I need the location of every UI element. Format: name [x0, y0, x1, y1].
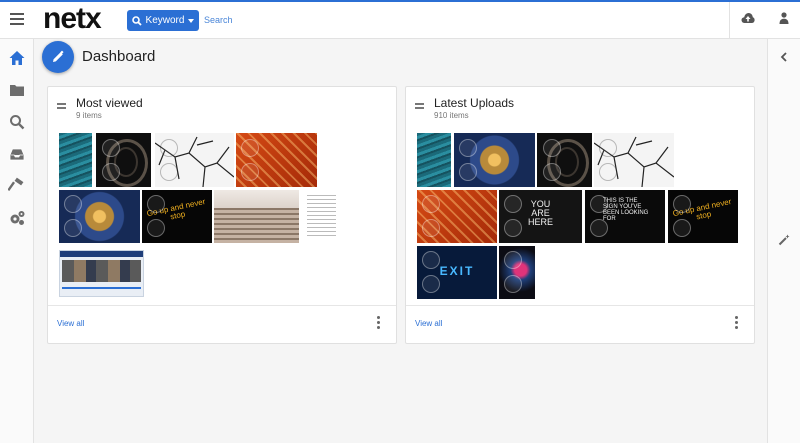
right-nav — [767, 39, 800, 443]
asset-thumbnail-spiral-stairs[interactable] — [537, 133, 592, 187]
asset-thumbnail-exit-neon[interactable]: EXIT — [417, 246, 497, 299]
upload-cloud-icon[interactable] — [741, 12, 755, 24]
asset-thumbnail-water[interactable] — [417, 133, 451, 187]
page-title: Dashboard — [82, 48, 156, 65]
asset-thumbnail-go-up-neon[interactable]: Go up and never stop — [668, 190, 738, 243]
search-scope-label: Keyword — [145, 15, 185, 26]
asset-thumbnail-tree-branches[interactable] — [155, 133, 234, 187]
caret-down-icon — [188, 18, 195, 23]
more-options-icon[interactable] — [735, 316, 739, 331]
user-icon[interactable] — [779, 12, 789, 24]
asset-thumbnail-water[interactable] — [59, 133, 92, 187]
hammer-icon[interactable] — [8, 177, 26, 195]
asset-thumbnail-document[interactable] — [301, 190, 342, 243]
latest-uploads-card: Latest Uploads 910 items YOU ARE HERE TH… — [405, 86, 755, 344]
card-title: Most viewed — [76, 96, 143, 110]
magic-wand-icon[interactable] — [778, 234, 790, 246]
top-right-actions — [729, 2, 800, 38]
pencil-icon — [53, 50, 64, 62]
settings-gears-icon[interactable] — [8, 209, 26, 227]
search-icon — [131, 15, 142, 26]
app-logo[interactable]: netx — [43, 2, 102, 36]
asset-thumbnail-golden-dome[interactable] — [454, 133, 535, 187]
asset-thumbnail-spiral-stairs[interactable] — [96, 133, 151, 187]
card-divider — [406, 305, 754, 306]
home-icon[interactable] — [8, 49, 26, 67]
asset-thumbnail-concrete-steps[interactable] — [214, 190, 299, 243]
view-all-link[interactable]: View all — [57, 319, 84, 328]
most-viewed-card: Most viewed 9 items Go up and never stop… — [47, 86, 397, 344]
asset-thumbnail-neon-symbol[interactable] — [499, 246, 535, 299]
drag-handle-icon[interactable] — [415, 103, 424, 111]
more-options-icon[interactable] — [377, 316, 381, 331]
card-divider — [48, 305, 396, 306]
card-title: Latest Uploads — [434, 96, 515, 110]
inbox-icon[interactable] — [8, 145, 26, 163]
view-all-link[interactable]: View all — [415, 319, 442, 328]
asset-thumbnail-orange-stairs[interactable] — [236, 133, 317, 187]
folder-icon[interactable] — [8, 81, 26, 99]
search-scope-dropdown[interactable]: Keyword — [127, 10, 199, 31]
drag-handle-icon[interactable] — [57, 103, 66, 111]
asset-thumbnail-you-are-here[interactable]: YOU ARE HERE — [499, 190, 582, 243]
edit-dashboard-button[interactable] — [42, 41, 74, 73]
search-icon[interactable] — [8, 113, 26, 131]
asset-thumbnail-orange-stairs[interactable] — [417, 190, 497, 243]
asset-thumbnail-golden-dome[interactable] — [59, 190, 140, 243]
asset-thumbnail-go-up-neon[interactable]: Go up and never stop — [142, 190, 212, 243]
left-nav — [0, 39, 34, 443]
chevron-left-icon[interactable] — [780, 52, 788, 62]
card-item-count: 9 items — [76, 111, 102, 120]
asset-thumbnail-screenshot[interactable] — [59, 250, 144, 297]
menu-icon[interactable] — [10, 13, 24, 25]
search-input[interactable] — [204, 11, 624, 29]
asset-thumbnail-neon-sign[interactable]: THIS IS THE SIGN YOU'VE BEEN LOOKING FOR — [585, 190, 665, 243]
card-item-count: 910 items — [434, 111, 469, 120]
asset-thumbnail-tree-branches[interactable] — [594, 133, 674, 187]
top-bar: netx Keyword — [0, 2, 800, 39]
